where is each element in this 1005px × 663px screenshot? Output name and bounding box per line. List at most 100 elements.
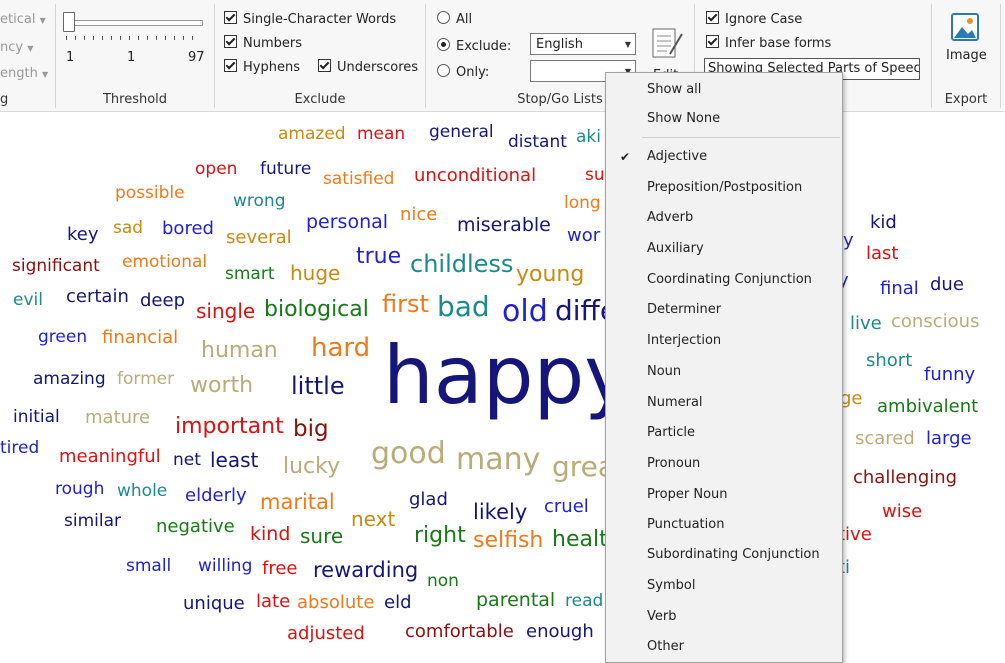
menu-item-preposition-postposition[interactable]: Preposition/Postposition [606, 173, 842, 203]
menu-item-label: Preposition/Postposition [647, 180, 803, 195]
cloud-word: distant [508, 132, 567, 152]
menu-item-label: Subordinating Conjunction [647, 547, 820, 562]
menu-item-coordinating-conjunction[interactable]: Coordinating Conjunction [606, 265, 842, 295]
cloud-word: young [516, 262, 585, 287]
cloud-word: first [382, 290, 429, 318]
cloud-word: least [210, 448, 259, 472]
cloud-word: marital [260, 490, 335, 514]
all-radio[interactable]: All [437, 11, 472, 27]
partial-dropdown-3[interactable]: ength ▼ [0, 66, 48, 81]
checkbox-checked-icon [318, 59, 331, 72]
exclude-radio[interactable]: Exclude: [437, 38, 511, 54]
cloud-word: amazing [33, 369, 106, 389]
only-radio[interactable]: Only: [437, 64, 489, 80]
cloud-word: scared [855, 428, 915, 449]
cloud-word: due [930, 274, 964, 295]
hyphens-checkbox[interactable]: Hyphens [224, 59, 300, 75]
checkbox-checked-icon [706, 35, 719, 48]
language-select[interactable]: English ▼ [530, 33, 636, 55]
cloud-word: kid [870, 212, 897, 233]
menu-item-label: Other [647, 639, 684, 654]
menu-item-adjective[interactable]: ✔ Adjective [606, 142, 842, 172]
menu-item-symbol[interactable]: Symbol [606, 571, 842, 601]
cloud-word: many [456, 442, 541, 477]
checkbox-checked-icon [224, 11, 237, 24]
menu-item-verb[interactable]: Verb [606, 602, 842, 632]
menu-item-label: Show None [647, 111, 721, 126]
menu-item-adverb[interactable]: Adverb [606, 203, 842, 233]
menu-item-label: Determiner [647, 302, 722, 317]
partial-dropdown-2[interactable]: ncy ▼ [0, 40, 33, 55]
edit-list-icon[interactable] [650, 26, 686, 62]
checkmark-icon: ✔ [620, 150, 631, 164]
cloud-word: biological [264, 297, 369, 322]
cloud-word: possible [115, 183, 185, 203]
menu-item-particle[interactable]: Particle [606, 418, 842, 448]
partial-dropdown-1-label: etical [0, 12, 36, 27]
menu-item-punctuation[interactable]: Punctuation [606, 510, 842, 540]
threshold-min-label: 1 [66, 50, 75, 65]
cloud-word: live [850, 313, 882, 334]
menu-item-other[interactable]: Other [606, 632, 842, 662]
menu-item-proper-noun[interactable]: Proper Noun [606, 480, 842, 510]
single-char-checkbox[interactable]: Single-Character Words [224, 11, 396, 27]
cloud-word: important [175, 414, 284, 439]
cloud-word: short [866, 350, 913, 371]
cloud-word: evil [13, 290, 43, 310]
checkbox-checked-icon [224, 59, 237, 72]
cloud-word: sad [113, 218, 144, 238]
cloud-word: miserable [457, 214, 551, 236]
cloud-word: amazed [278, 124, 346, 144]
partial-dropdown-2-label: ncy [0, 40, 24, 55]
cloud-word: general [429, 122, 494, 142]
image-export-icon[interactable] [950, 12, 980, 42]
numbers-checkbox[interactable]: Numbers [224, 35, 302, 51]
divider [1000, 4, 1001, 108]
numbers-label: Numbers [243, 36, 302, 51]
cloud-word: emotional [122, 252, 208, 272]
underscores-label: Underscores [337, 60, 419, 75]
cloud-word: key [67, 224, 99, 245]
cloud-word: certain [66, 286, 129, 307]
exclude-label: Exclude: [456, 39, 512, 54]
cloud-word: funny [924, 364, 976, 385]
cloud-word: deep [140, 290, 185, 311]
menu-item-noun[interactable]: Noun [606, 357, 842, 387]
cloud-word: single [196, 299, 256, 323]
infer-base-label: Infer base forms [725, 36, 832, 51]
threshold-slider[interactable] [63, 12, 203, 42]
cloud-word: true [356, 244, 402, 269]
ignore-case-checkbox[interactable]: Ignore Case [706, 11, 802, 27]
group-label-threshold: Threshold [102, 92, 168, 107]
menu-item-determiner[interactable]: Determiner [606, 295, 842, 325]
checkbox-checked-icon [224, 35, 237, 48]
checkbox-checked-icon [706, 11, 719, 24]
cloud-word: absolute [297, 592, 375, 613]
infer-base-checkbox[interactable]: Infer base forms [706, 35, 831, 51]
cloud-word: free [262, 558, 298, 579]
menu-item-pronoun[interactable]: Pronoun [606, 449, 842, 479]
cloud-word: worth [190, 373, 254, 398]
cloud-word: bad [437, 290, 490, 323]
partial-dropdown-1[interactable]: etical ▼ [0, 12, 46, 27]
menu-item-interjection[interactable]: Interjection [606, 326, 842, 356]
cloud-word: net [173, 450, 201, 470]
underscores-checkbox[interactable]: Underscores [318, 59, 418, 75]
cloud-word: likely [473, 500, 528, 524]
cloud-word: adjusted [287, 623, 365, 644]
menu-item-show-all[interactable]: Show all [606, 75, 842, 105]
cloud-word: former [117, 369, 175, 389]
cloud-word: lucky [283, 454, 341, 479]
cloud-word: wrong [233, 191, 286, 211]
menu-item-numeral[interactable]: Numeral [606, 388, 842, 418]
cloud-word: negative [156, 516, 235, 537]
menu-item-show-none[interactable]: Show None [606, 104, 842, 134]
chevron-down-icon: ▼ [39, 16, 46, 25]
menu-item-subordinating-conjunction[interactable]: Subordinating Conjunction [606, 540, 842, 570]
radio-icon [437, 11, 450, 24]
slider-thumb[interactable] [63, 12, 75, 32]
menu-item-label: Numeral [647, 395, 703, 410]
menu-item-label: Noun [647, 364, 682, 379]
menu-item-auxiliary[interactable]: Auxiliary [606, 234, 842, 264]
menu-item-label: Proper Noun [647, 487, 728, 502]
